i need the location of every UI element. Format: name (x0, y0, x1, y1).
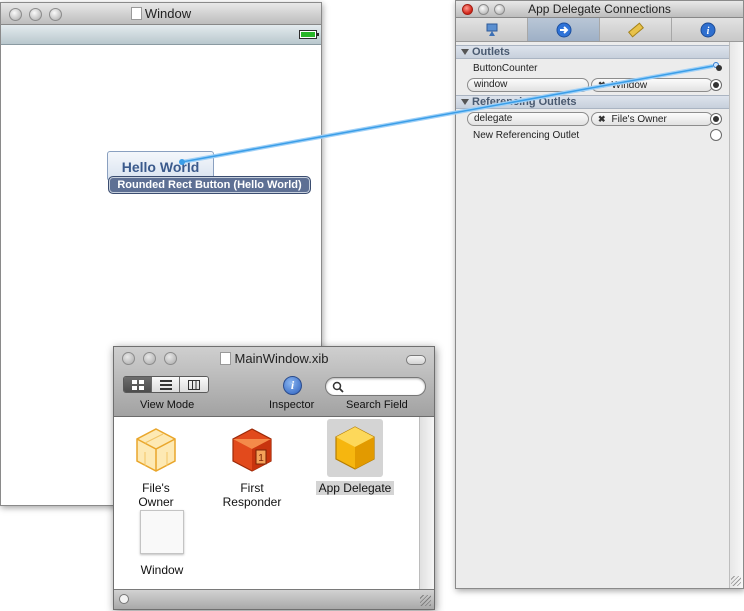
outlet-window-pill: window (467, 78, 589, 92)
disconnect-x-icon[interactable]: ✖ (598, 80, 606, 90)
list-view-button[interactable] (152, 377, 180, 392)
document-toolbar: MainWindow.xib View Mode i Inspector Sea… (114, 347, 434, 417)
view-mode-label: View Mode (140, 399, 195, 411)
status-bar (1, 25, 321, 45)
inspector-button[interactable]: i (283, 376, 302, 395)
connections-icon (556, 22, 571, 37)
search-field-label: Search Field (346, 399, 408, 411)
inspector-label: Inspector (269, 399, 315, 411)
disconnect-x-icon[interactable]: ✖ (598, 114, 606, 124)
inspector-title-bar[interactable]: App Delegate Connections (456, 1, 743, 18)
outlets-section-header[interactable]: Outlets (456, 45, 729, 59)
info-icon: i (290, 378, 295, 392)
battery-icon (299, 30, 319, 39)
ref-delegate-connector[interactable] (710, 113, 722, 125)
window-title: Window (1, 6, 321, 21)
tab-attributes[interactable] (456, 18, 528, 41)
inspector-tabs: i (456, 18, 743, 42)
status-indicator-icon[interactable] (119, 594, 129, 604)
size-ruler-icon (627, 21, 644, 38)
toolbar-toggle-button[interactable] (406, 355, 426, 365)
outlet-connection-dot[interactable] (713, 62, 722, 71)
grid-icon (131, 379, 144, 390)
search-icon (332, 381, 344, 393)
document-title: MainWindow.xib (114, 351, 434, 366)
button-caption-badge: Rounded Rect Button (Hello World) (108, 176, 311, 194)
column-view-button[interactable] (180, 377, 208, 392)
files-owner-cube-icon (136, 428, 176, 472)
disclosure-triangle-icon[interactable] (461, 49, 469, 55)
new-referencing-outlet-label: New Referencing Outlet (473, 130, 580, 141)
search-field[interactable] (325, 377, 426, 396)
object-first-responder[interactable]: 1 First Responder (210, 423, 294, 509)
referencing-outlets-section-header[interactable]: Referencing Outlets (456, 95, 729, 109)
outlet-row-buttoncounter: ButtonCounter (473, 63, 538, 74)
tab-connections[interactable] (528, 18, 600, 41)
identity-info-icon: i (700, 22, 715, 37)
app-delegate-cube-icon (335, 426, 375, 470)
resize-grip-icon[interactable] (731, 576, 741, 586)
document-bottom-bar (114, 589, 434, 609)
xib-document-icon (130, 7, 142, 20)
attributes-icon (486, 23, 497, 36)
new-referencing-outlet-connector[interactable] (710, 129, 722, 141)
tab-identity[interactable]: i (672, 18, 743, 41)
ref-delegate-target[interactable]: ✖ File's Owner (591, 112, 713, 126)
window-object-icon (140, 510, 184, 554)
outlet-window-connector[interactable] (710, 79, 722, 91)
tab-size[interactable] (600, 18, 672, 41)
inspector-scrollbar[interactable] (729, 42, 743, 588)
connections-inspector: App Delegate Connections i Outlets Butto… (455, 0, 744, 589)
svg-text:1: 1 (258, 453, 264, 464)
inspector-title: App Delegate Connections (528, 2, 671, 16)
window-title-bar[interactable]: Window (1, 3, 321, 25)
disclosure-triangle-icon[interactable] (461, 99, 469, 105)
object-label: First Responder (222, 481, 282, 509)
ref-delegate-pill: delegate (467, 112, 589, 126)
object-label: Window (140, 563, 184, 577)
view-mode-control[interactable] (123, 376, 209, 393)
list-icon (159, 379, 172, 390)
outlet-window-target[interactable]: ✖ Window (591, 78, 713, 92)
icon-view-button[interactable] (124, 377, 152, 392)
xib-document-icon (219, 352, 231, 365)
first-responder-cube-icon: 1 (232, 428, 272, 472)
svg-text:i: i (706, 26, 709, 37)
object-app-delegate[interactable]: App Delegate (313, 419, 397, 495)
columns-icon (188, 379, 200, 390)
resize-grip-icon[interactable] (420, 595, 431, 606)
xib-document-window: MainWindow.xib View Mode i Inspector Sea… (113, 346, 435, 610)
object-files-owner[interactable]: File's Owner (122, 423, 190, 509)
document-scrollbar[interactable] (419, 417, 434, 589)
object-window[interactable]: Window (128, 505, 196, 577)
object-label: App Delegate (315, 481, 395, 495)
